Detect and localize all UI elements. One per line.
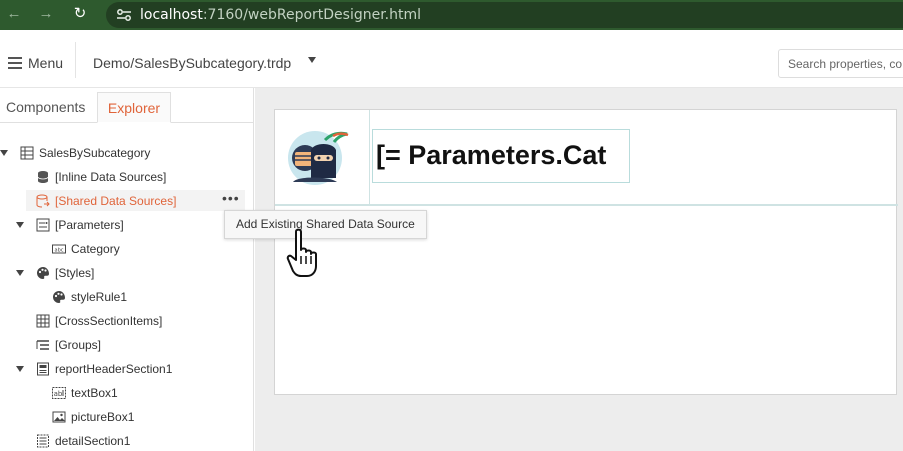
tree-label: reportHeaderSection1 xyxy=(55,362,173,376)
parameters-icon xyxy=(36,218,50,232)
browser-toolbar: ← → ↻ localhost:7160/webReportDesigner.h… xyxy=(0,0,903,30)
left-panel: Components Explorer SalesBySubcategory [… xyxy=(0,88,254,451)
palette-icon xyxy=(52,290,66,304)
shared-database-icon xyxy=(36,194,50,208)
tree-item-picturebox[interactable]: pictureBox1 xyxy=(52,407,134,427)
hamburger-icon xyxy=(8,57,22,69)
tree-label: [Parameters] xyxy=(55,218,124,232)
image-icon xyxy=(52,410,66,424)
tree-label: [CrossSectionItems] xyxy=(55,314,163,328)
app-toolbar: Menu Demo/SalesBySubcategory.trdp xyxy=(0,30,903,88)
tree-label: styleRule1 xyxy=(71,290,128,304)
design-canvas: [= Parameters.Cat xyxy=(255,88,903,451)
tree-item-textbox[interactable]: ab textBox1 xyxy=(52,383,118,403)
report-name[interactable]: Demo/SalesBySubcategory.trdp xyxy=(93,55,291,71)
tree-item-report-header-section[interactable]: reportHeaderSection1 xyxy=(16,359,172,379)
svg-text:ab: ab xyxy=(54,390,63,398)
tree-item-category[interactable]: abc Category xyxy=(52,239,120,259)
tree-label: [Inline Data Sources] xyxy=(55,170,167,184)
tree-item-root[interactable]: SalesBySubcategory xyxy=(0,143,150,163)
menu-button[interactable]: Menu xyxy=(8,52,63,74)
tree-item-style-rule[interactable]: styleRule1 xyxy=(52,287,127,307)
grid-icon xyxy=(36,314,50,328)
tab-explorer[interactable]: Explorer xyxy=(97,92,171,123)
toolbar-divider xyxy=(75,42,76,78)
tree-label: SalesBySubcategory xyxy=(39,146,151,160)
collapse-arrow-icon[interactable] xyxy=(16,222,24,228)
property-search[interactable] xyxy=(778,49,903,78)
caret-down-icon[interactable] xyxy=(308,57,316,63)
forward-arrow-icon[interactable]: → xyxy=(36,4,56,24)
url-text: localhost:7160/webReportDesigner.html xyxy=(140,7,422,23)
collapse-arrow-icon[interactable] xyxy=(16,366,24,372)
tree-item-groups[interactable]: [Groups] xyxy=(36,335,101,355)
report-page: [= Parameters.Cat xyxy=(274,109,898,395)
section-icon xyxy=(36,362,50,376)
search-input[interactable] xyxy=(779,50,903,77)
menu-label: Menu xyxy=(28,55,64,71)
site-settings-icon[interactable] xyxy=(116,8,132,22)
tab-components[interactable]: Components xyxy=(0,92,91,123)
panel-tabs: Components Explorer xyxy=(0,88,254,123)
text-parameter-icon: abc xyxy=(52,242,66,256)
reload-icon[interactable]: ↻ xyxy=(70,4,90,24)
tree-label: textBox1 xyxy=(71,386,118,400)
tree-item-shared-data-sources[interactable]: [Shared Data Sources] xyxy=(36,191,176,211)
tree-item-parameters[interactable]: [Parameters] xyxy=(16,215,124,235)
more-options-icon[interactable]: ••• xyxy=(222,190,240,206)
tree-label: pictureBox1 xyxy=(71,410,135,424)
tree-label: [Groups] xyxy=(55,338,102,352)
address-bar[interactable]: localhost:7160/webReportDesigner.html xyxy=(106,2,903,28)
tree-item-styles[interactable]: [Styles] xyxy=(16,263,94,283)
textbox-icon: ab xyxy=(52,386,66,400)
collapse-arrow-icon[interactable] xyxy=(16,270,24,276)
tree-label: Category xyxy=(71,242,120,256)
tree-item-inline-data-sources[interactable]: [Inline Data Sources] xyxy=(36,167,166,187)
back-arrow-icon[interactable]: ← xyxy=(4,4,24,24)
picture-box[interactable] xyxy=(275,110,370,204)
groups-icon xyxy=(36,338,50,352)
title-textbox[interactable]: [= Parameters.Cat xyxy=(372,129,630,183)
svg-text:abc: abc xyxy=(55,248,64,254)
table-icon xyxy=(20,146,34,160)
collapse-arrow-icon[interactable] xyxy=(0,150,8,156)
tree-item-detail-section[interactable]: detailSection1 xyxy=(36,431,130,451)
ninja-logo-icon xyxy=(288,131,349,185)
tree-label: [Shared Data Sources] xyxy=(55,194,177,208)
tree-label: detailSection1 xyxy=(55,434,131,448)
hand-pointer-icon xyxy=(286,228,317,277)
database-icon xyxy=(36,170,50,184)
section-divider xyxy=(275,204,898,206)
tree-label: [Styles] xyxy=(55,266,95,280)
section-icon xyxy=(36,434,50,448)
palette-icon xyxy=(36,266,50,280)
tree-item-cross-section-items[interactable]: [CrossSectionItems] xyxy=(36,311,162,331)
